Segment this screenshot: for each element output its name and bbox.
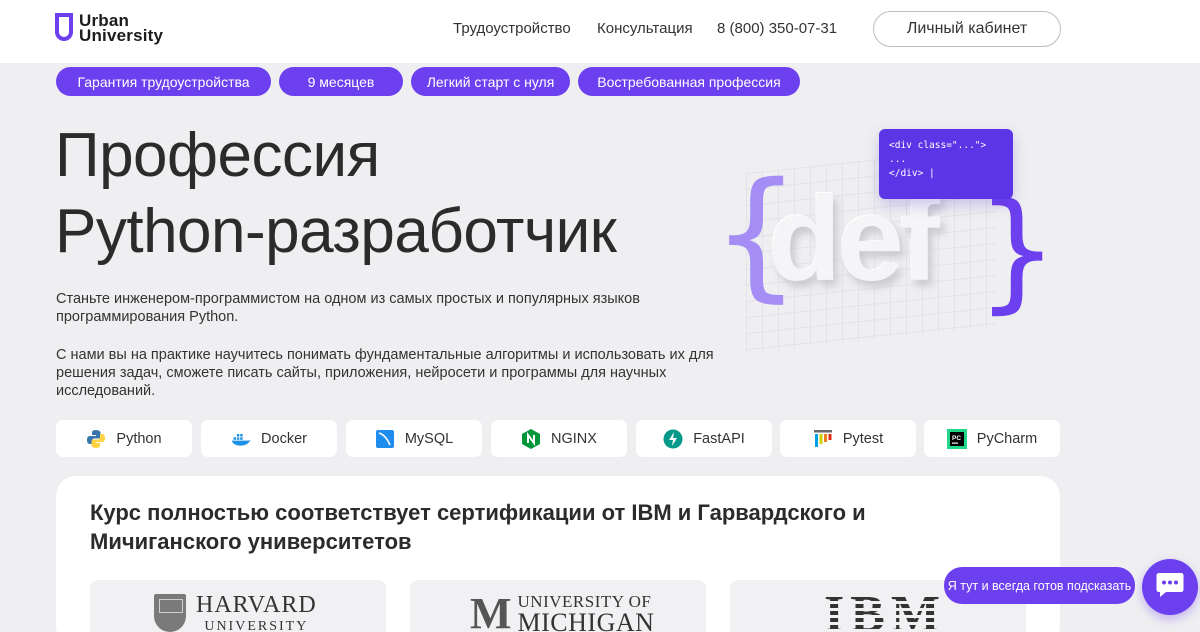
- tech-label: Pytest: [842, 430, 884, 447]
- harvard-shield-icon: [154, 594, 186, 632]
- hero-description-1: Станьте инженером-программистом на одном…: [56, 291, 640, 325]
- fastapi-icon: [663, 429, 683, 449]
- tech-chip-docker: Docker: [201, 420, 337, 457]
- nginx-icon: [521, 428, 541, 449]
- tech-chip-fastapi: FastAPI: [636, 420, 772, 457]
- docker-icon: [231, 429, 251, 449]
- tech-label: Python: [116, 430, 162, 447]
- certification-title: Курс полностью соответствует сертификаци…: [90, 500, 866, 554]
- code-line2: ...: [889, 154, 907, 165]
- harvard-logo-card: HARVARD UNIVERSITY: [90, 580, 386, 632]
- michigan-m-icon: M: [470, 589, 512, 632]
- logo-line2: University: [79, 26, 164, 45]
- certification-card: Курс полностью соответствует сертификаци…: [56, 476, 1060, 632]
- tech-chip-nginx: NGINX: [491, 420, 627, 457]
- harvard-logo: HARVARD UNIVERSITY: [154, 592, 317, 632]
- python-icon: [86, 429, 106, 449]
- chat-button[interactable]: [1142, 559, 1198, 615]
- tech-chip-python: Python: [56, 420, 192, 457]
- code-line1: <div class="...">: [889, 140, 987, 151]
- logo-text: Urban University: [79, 12, 164, 45]
- svg-text:PC: PC: [952, 435, 961, 442]
- tech-chip-pytest: Pytest: [780, 420, 916, 457]
- nav-phone[interactable]: 8 (800) 350-07-31: [717, 20, 837, 37]
- tech-chip-pycharm: PC PyCharm: [924, 420, 1060, 457]
- michigan-logo: M UNIVERSITY OF MICHIGAN: [470, 589, 655, 632]
- tech-label: Docker: [261, 430, 307, 447]
- hero-illustration: { def } <div class="..."> ... </div> |: [706, 125, 1056, 354]
- logo-mark-icon: [55, 13, 73, 41]
- ibm-logo: IBM: [824, 589, 946, 632]
- nav-employment[interactable]: Трудоустройство: [453, 20, 571, 37]
- hero-description-2: С нами вы на практике научитесь понимать…: [56, 347, 714, 399]
- harvard-sub: UNIVERSITY: [204, 619, 309, 632]
- tech-label: MySQL: [404, 430, 454, 447]
- mysql-icon: [375, 429, 395, 449]
- chat-hint-bubble[interactable]: Я тут и всегда готов подсказать: [944, 567, 1135, 604]
- nav-consultation[interactable]: Консультация: [597, 20, 693, 37]
- tech-chip-mysql: MySQL: [346, 420, 482, 457]
- right-brace: }: [978, 174, 1057, 326]
- logo[interactable]: Urban University: [55, 12, 164, 45]
- title-line2: Python-разработчик: [55, 197, 617, 266]
- code-line3: </div> |: [889, 168, 935, 179]
- chat-icon: [1155, 571, 1185, 604]
- tech-label: PyCharm: [976, 430, 1038, 447]
- title-line1: Профессия: [55, 121, 380, 190]
- michigan-logo-card: M UNIVERSITY OF MICHIGAN: [410, 580, 706, 632]
- personal-cabinet-button[interactable]: Личный кабинет: [873, 11, 1061, 47]
- tech-label: FastAPI: [693, 430, 745, 447]
- pill-in-demand: Востребованная профессия: [578, 67, 800, 96]
- site-header: Urban University Трудоустройство Консуль…: [0, 0, 1200, 63]
- page-title: Профессия Python-разработчик: [55, 118, 617, 270]
- harvard-name: HARVARD: [196, 592, 317, 618]
- michigan-line2: MICHIGAN: [517, 608, 655, 632]
- pytest-icon: [813, 429, 833, 449]
- pycharm-icon: PC: [946, 428, 967, 449]
- code-snippet-card: <div class="..."> ... </div> |: [879, 129, 1013, 199]
- tech-label: NGINX: [551, 430, 597, 447]
- pill-duration: 9 месяцев: [279, 67, 403, 96]
- pill-easy-start: Легкий старт с нуля: [411, 67, 570, 96]
- pill-employment-guarantee: Гарантия трудоустройства: [56, 67, 271, 96]
